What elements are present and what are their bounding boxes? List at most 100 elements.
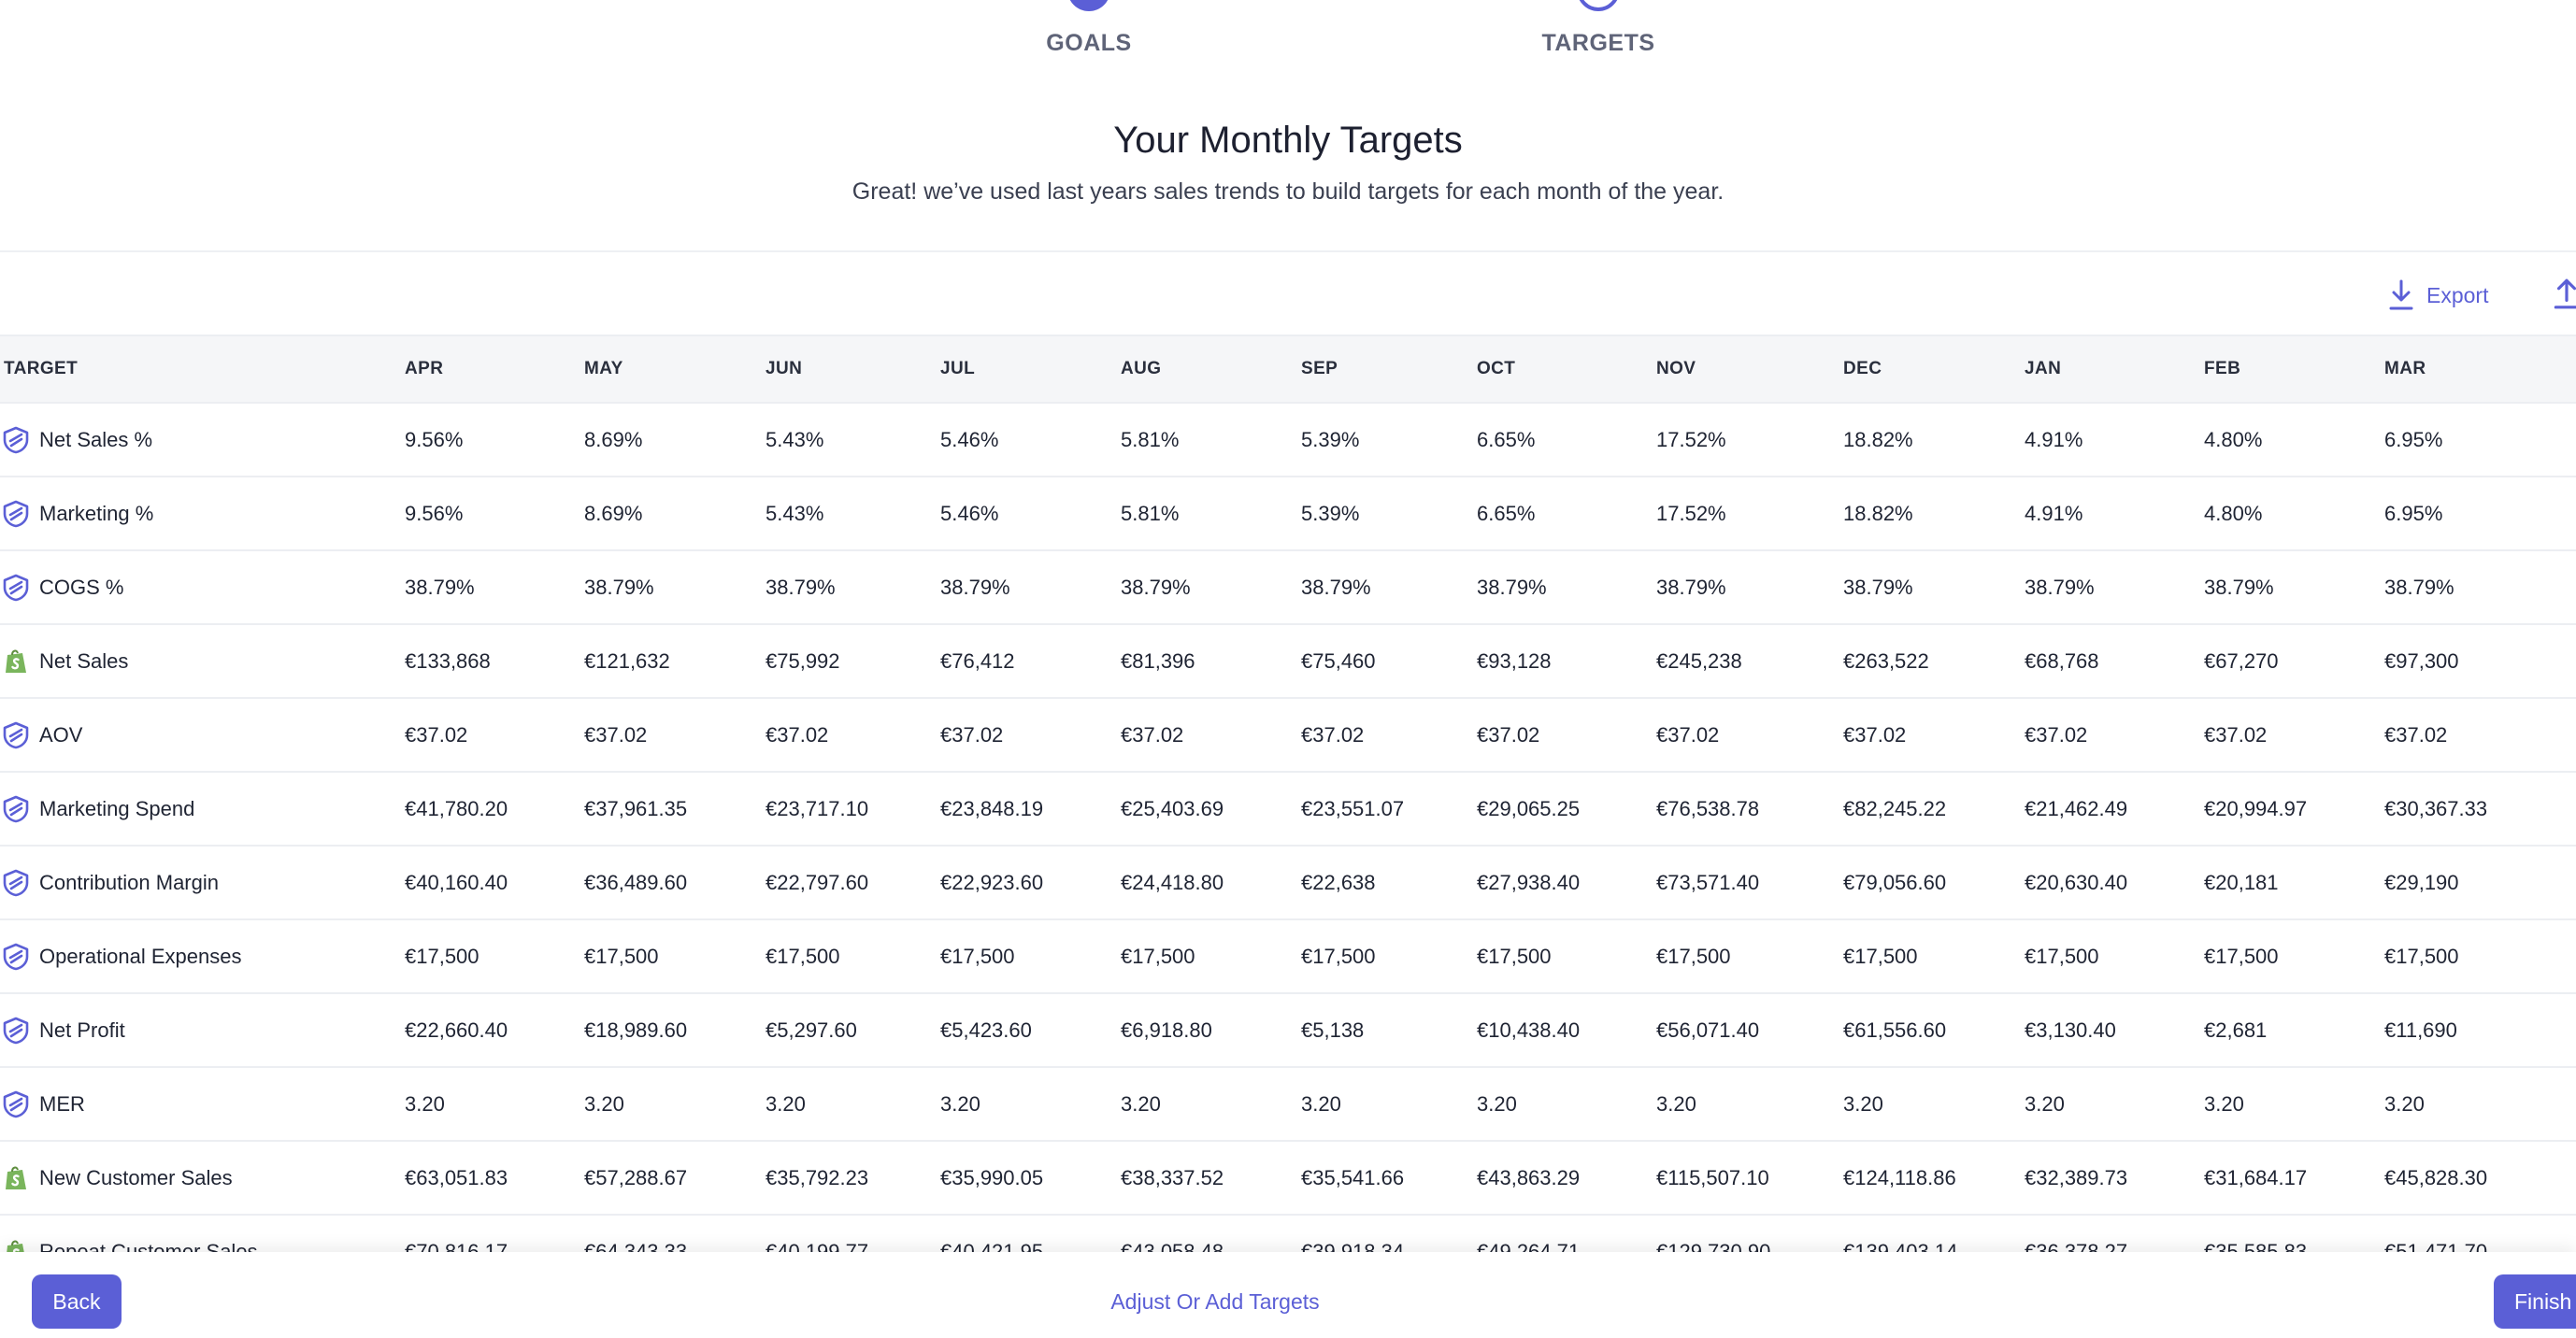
target-value-cell: 3.20 [2025,1091,2065,1116]
target-label: New Customer Sales [39,1165,233,1189]
target-value-cell: €37,961.35 [584,796,688,820]
target-value-cell: €76,412 [940,648,1015,673]
table-row[interactable]: Contribution Margin €40,160.40 €36,489.60 €… [0,846,2576,919]
target-label: Contribution Margin [39,870,219,894]
target-value-cell: €17,500 [1121,944,1195,968]
shield-icon [2,426,30,454]
adjust-targets-link[interactable]: Adjust Or Add Targets [1110,1289,1319,1315]
target-value-cell: €38,337.52 [1121,1165,1224,1189]
target-value-cell: 5.46% [940,427,999,451]
target-value-cell: €17,500 [1843,944,1918,968]
target-label: Net Profit [39,1018,125,1042]
table-row[interactable]: Marketing % 9.56% 8.69% 5.43% 5.46% 5.81% 5.39… [0,477,2576,550]
section-divider [0,250,2576,252]
table-row[interactable]: Repeat Customer Sales €70,816.17 €64,343.3… [0,1215,2576,1252]
target-value-cell: €17,500 [940,944,1015,968]
target-value-cell: 38.79% [2204,575,2274,599]
target-value-cell: 5.39% [1301,501,1360,525]
export-button[interactable]: Export [2389,277,2488,314]
target-value-cell: 3.20 [1477,1091,1517,1116]
page: GOALS TARGETS Your Monthly Targets Great… [0,0,2576,1338]
target-value-cell: 3.20 [2384,1091,2425,1116]
target-value-cell: €35,541.66 [1301,1165,1405,1189]
target-name-cell: COGS % [0,550,405,624]
target-value-cell: €82,245.22 [1843,796,1947,820]
target-value-cell: €70,816.17 [405,1239,508,1253]
target-label: MER [39,1091,85,1116]
progress-stepper: GOALS TARGETS [0,0,2576,75]
target-value-cell: 5.39% [1301,427,1360,451]
target-value-cell: 5.81% [1121,501,1180,525]
column-header-sep: SEP [1301,334,1477,404]
shield-icon [2,795,30,823]
target-value-cell: €20,994.97 [2204,796,2308,820]
target-name-cell: Net Sales [0,624,405,698]
target-value-cell: €121,632 [584,648,670,673]
target-value-cell: 5.81% [1121,427,1180,451]
target-value-cell: €61,556.60 [1843,1018,1947,1042]
table-row[interactable]: COGS % 38.79% 38.79% 38.79% 38.79% 38.79% 38.7… [0,550,2576,624]
target-value-cell: €67,270 [2204,648,2279,673]
target-value-cell: 8.69% [584,427,643,451]
page-title: Your Monthly Targets [1113,120,1463,161]
target-value-cell: €24,418.80 [1121,870,1224,894]
target-label: AOV [39,722,83,747]
target-value-cell: 3.20 [1301,1091,1341,1116]
target-value-cell: €35,990.05 [940,1165,1044,1189]
column-header-nov: NOV [1656,334,1843,404]
target-value-cell: 9.56% [405,501,464,525]
shield-icon [2,1017,30,1045]
target-value-cell: €81,396 [1121,648,1195,673]
target-value-cell: €43,058.48 [1121,1239,1224,1253]
target-name: Net Sales [2,648,405,676]
shield-icon [2,869,30,897]
target-value-cell: 5.46% [940,501,999,525]
target-value-cell: €30,367.33 [2384,796,2488,820]
target-name-cell: Contribution Margin [0,846,405,919]
table-row[interactable]: Marketing Spend €41,780.20 €37,961.35 €23,7… [0,772,2576,846]
target-value-cell: €51,471.70 [2384,1239,2488,1253]
column-header-dec: DEC [1843,334,2025,404]
target-value-cell: €37.02 [1301,722,1365,747]
target-value-cell: €45,828.30 [2384,1165,2488,1189]
targets-table-container[interactable]: TARGET APR MAY JUN JUL AUG SEP OCT NOV DEC JAN FEB M… [0,334,2576,1252]
target-value-cell: 6.65% [1477,427,1536,451]
target-value-cell: €56,071.40 [1656,1018,1760,1042]
page-heading: Your Monthly Targets Great! we’ve used l… [0,120,2576,206]
finish-button[interactable]: Finish [2494,1274,2576,1329]
target-value-cell: 3.20 [405,1091,445,1116]
step-goals-label: GOALS [1046,30,1132,56]
download-icon [2389,279,2413,310]
table-row[interactable]: Operational Expenses €17,500 €17,500 €17,50… [0,919,2576,993]
target-value-cell: €21,462.49 [2025,796,2128,820]
target-value-cell: €35,585.83 [2204,1239,2308,1253]
target-name: AOV [2,721,405,749]
table-row[interactable]: MER 3.20 3.20 3.20 3.20 3.20 3.20 3.20 3.20 3.20 3… [0,1067,2576,1141]
table-row[interactable]: Net Sales €133,868 €121,632 €75,992 €76,412 €… [0,624,2576,698]
target-value-cell: €32,389.73 [2025,1165,2128,1189]
target-value-cell: €2,681 [2204,1018,2268,1042]
target-value-cell: 4.80% [2204,501,2263,525]
upload-icon[interactable] [2554,277,2576,310]
table-row[interactable]: New Customer Sales €63,051.83 €57,288.67 €3… [0,1141,2576,1215]
target-value-cell: €17,500 [1477,944,1552,968]
target-value-cell: 4.91% [2025,501,2083,525]
target-value-cell: €36,489.60 [584,870,688,894]
target-value-cell: €23,717.10 [766,796,869,820]
table-row[interactable]: AOV €37.02 €37.02 €37.02 €37.02 €37.02 €37.02 €… [0,698,2576,772]
table-row[interactable]: Net Profit €22,660.40 €18,989.60 €5,297.60 €… [0,993,2576,1067]
target-value-cell: 5.43% [766,501,824,525]
target-label: Net Sales % [39,427,153,451]
target-name: New Customer Sales [2,1164,405,1192]
target-value-cell: €115,507.10 [1656,1165,1769,1189]
target-name-cell: Net Profit [0,993,405,1067]
target-value-cell: 3.20 [1843,1091,1883,1116]
target-value-cell: €37.02 [584,722,648,747]
column-header-may: MAY [584,334,766,404]
column-header-mar: MAR [2384,334,2576,404]
shield-icon [2,1090,30,1118]
column-header-jul: JUL [940,334,1121,404]
target-value-cell: €5,138 [1301,1018,1365,1042]
target-name: Marketing % [2,500,405,528]
table-row[interactable]: Net Sales % 9.56% 8.69% 5.43% 5.46% 5.81% 5.39… [0,403,2576,477]
